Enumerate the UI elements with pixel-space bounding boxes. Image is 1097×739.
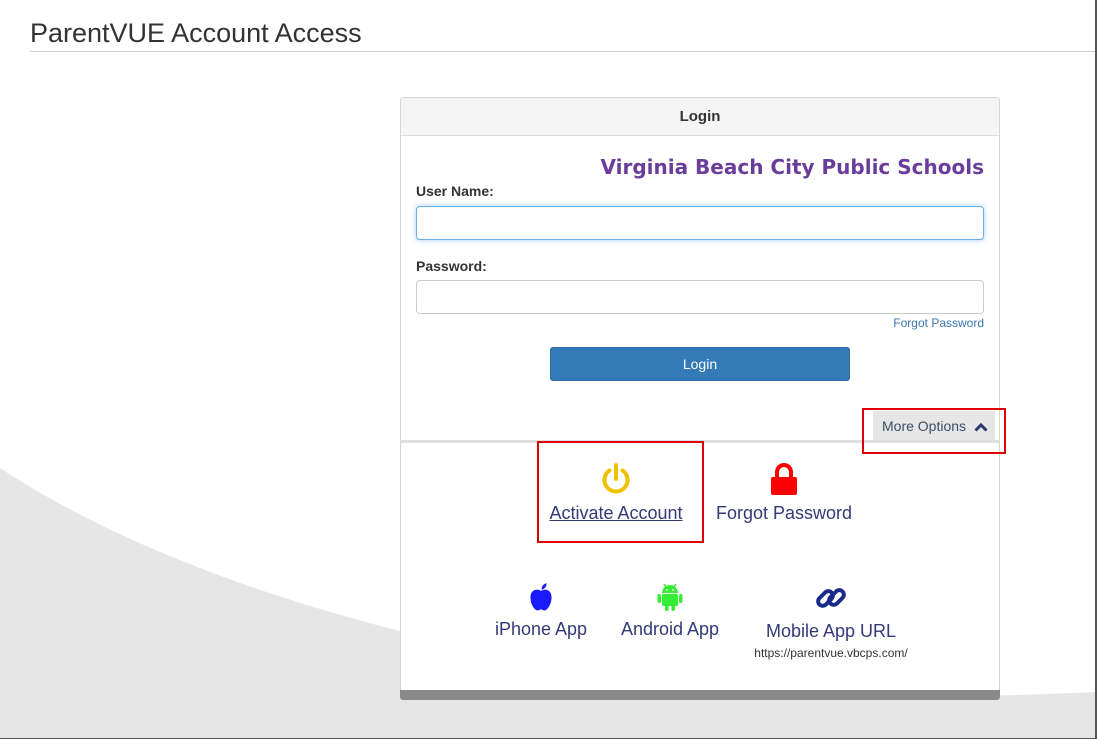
activate-account-label: Activate Account [549,503,683,523]
password-label: Password: [416,258,487,274]
login-panel: Login Virginia Beach City Public Schools… [400,97,1000,700]
android-icon [615,582,725,617]
panel-footer-bar [400,690,1000,700]
mobile-app-url-text: https://parentvue.vbcps.com/ [754,646,908,660]
link-icon [741,582,921,619]
android-app-label: Android App [620,619,720,639]
mobile-app-url-label: Mobile App URL [765,621,897,641]
iphone-app-label: iPhone App [494,619,588,639]
username-input[interactable] [416,206,984,240]
password-input[interactable] [416,280,984,314]
lock-icon [709,462,859,501]
login-button[interactable]: Login [550,347,850,381]
power-icon [541,462,691,501]
forgot-password-label: Forgot Password [715,503,853,523]
iphone-app-option[interactable]: iPhone App [486,582,596,640]
mobile-app-url-option[interactable]: Mobile App URL https://parentvue.vbcps.c… [741,582,921,660]
android-app-option[interactable]: Android App [615,582,725,640]
title-divider [30,51,1097,52]
forgot-password-link[interactable]: Forgot Password [893,316,984,330]
school-name: Virginia Beach City Public Schools [600,155,984,179]
page-title: ParentVUE Account Access [30,18,362,48]
more-options-toggle[interactable]: More Options [873,411,995,441]
login-panel-header: Login [401,98,999,136]
activate-account-option[interactable]: Activate Account [541,462,691,524]
chevron-up-icon [974,412,988,442]
forgot-password-option[interactable]: Forgot Password [709,462,859,524]
more-options-label: More Options [882,418,967,434]
apple-icon [486,582,596,617]
username-label: User Name: [416,183,494,199]
options-divider [401,440,999,443]
